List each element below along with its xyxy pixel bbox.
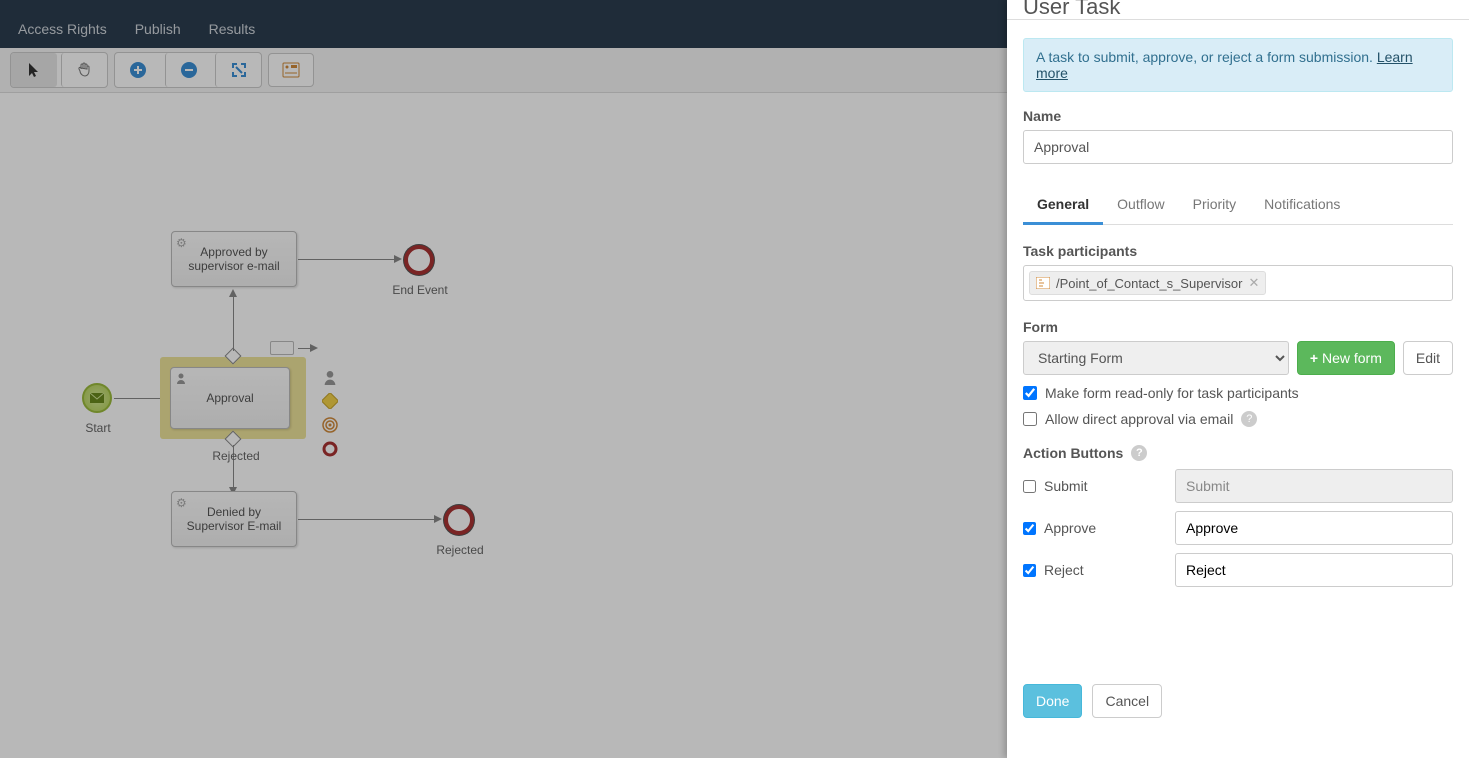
- readonly-checkbox[interactable]: [1023, 386, 1037, 400]
- info-box: A task to submit, approve, or reject a f…: [1023, 38, 1453, 92]
- help-icon[interactable]: ?: [1131, 445, 1147, 461]
- name-label: Name: [1023, 108, 1453, 124]
- tab-notifications[interactable]: Notifications: [1250, 186, 1354, 224]
- tab-general[interactable]: General: [1023, 186, 1103, 225]
- task-properties-panel: User Task A task to submit, approve, or …: [1007, 0, 1469, 758]
- help-icon[interactable]: ?: [1241, 411, 1257, 427]
- action-buttons-label: Action Buttons: [1023, 445, 1123, 461]
- approve-checkbox[interactable]: [1023, 522, 1036, 535]
- field-icon: [1036, 277, 1050, 289]
- done-button[interactable]: Done: [1023, 684, 1082, 718]
- participants-label: Task participants: [1023, 243, 1453, 259]
- approve-value-input[interactable]: [1175, 511, 1453, 545]
- readonly-label: Make form read-only for task participant…: [1045, 385, 1299, 401]
- new-form-button[interactable]: + New form: [1297, 341, 1395, 375]
- submit-label: Submit: [1044, 478, 1088, 494]
- form-select[interactable]: Starting Form: [1023, 341, 1289, 375]
- tab-priority[interactable]: Priority: [1179, 186, 1251, 224]
- reject-label: Reject: [1044, 562, 1084, 578]
- reject-value-input[interactable]: [1175, 553, 1453, 587]
- submit-value-input: [1175, 469, 1453, 503]
- approve-label: Approve: [1044, 520, 1096, 536]
- direct-approval-checkbox[interactable]: [1023, 412, 1037, 426]
- submit-checkbox[interactable]: [1023, 480, 1036, 493]
- cancel-button[interactable]: Cancel: [1092, 684, 1162, 718]
- reject-checkbox[interactable]: [1023, 564, 1036, 577]
- name-input[interactable]: [1023, 130, 1453, 164]
- participant-token: /Point_of_Contact_s_Supervisor ✕: [1029, 271, 1266, 295]
- tab-outflow[interactable]: Outflow: [1103, 186, 1178, 224]
- participants-input[interactable]: /Point_of_Contact_s_Supervisor ✕: [1023, 265, 1453, 301]
- panel-title: User Task: [1023, 0, 1453, 20]
- direct-approval-label: Allow direct approval via email: [1045, 411, 1233, 427]
- panel-tabs: General Outflow Priority Notifications: [1023, 186, 1453, 225]
- modal-overlay: [0, 0, 1007, 758]
- remove-token-icon[interactable]: ✕: [1248, 275, 1259, 291]
- edit-form-button[interactable]: Edit: [1403, 341, 1453, 375]
- form-label: Form: [1023, 319, 1453, 335]
